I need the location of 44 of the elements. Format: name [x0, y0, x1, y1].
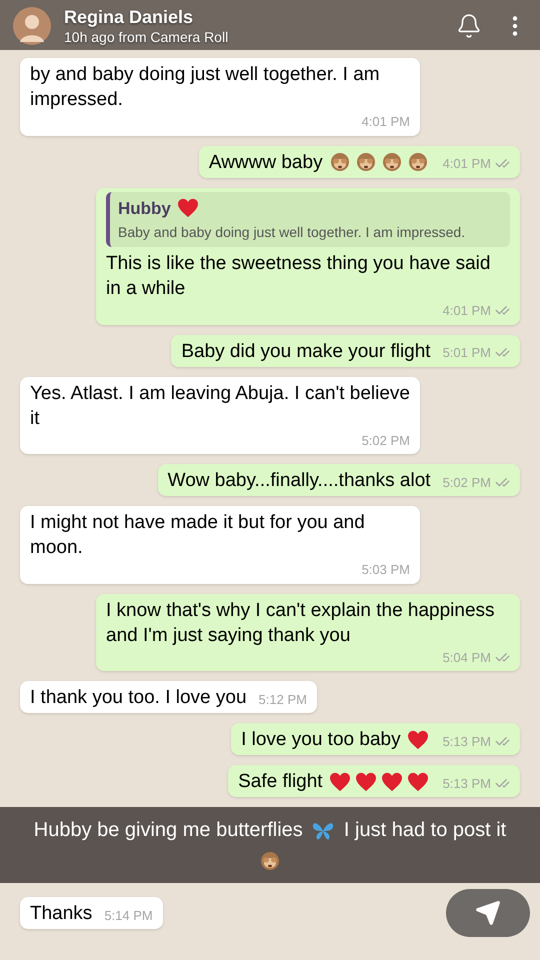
heart-icon [354, 772, 377, 792]
quoted-author: Hubby [118, 198, 171, 220]
message-text: Yes. Atlast. I am leaving Abuja. I can't believe it [30, 382, 410, 428]
message-time: 5:01 PM [442, 344, 491, 362]
monkey-emoji-icon [259, 850, 281, 872]
message-text: I might not have made it but for you and moon. [30, 512, 365, 558]
message-text: Thanks [30, 903, 92, 924]
message-time: 4:01 PM [442, 302, 491, 320]
story-author-name: Regina Daniels [64, 6, 194, 28]
message-time: 5:12 PM [258, 690, 307, 708]
heart-icon [176, 198, 199, 218]
message-time: 5:03 PM [362, 561, 410, 579]
heart-icon [328, 772, 351, 792]
story-caption: Hubby be giving me butterflies I just had to post it [34, 819, 506, 871]
message-time: 5:13 PM [442, 774, 491, 792]
monkey-emoji-icon [406, 151, 429, 174]
message-text: I thank you too. I love you [30, 687, 247, 708]
heart-icon [406, 730, 429, 750]
message-text: Safe flight [238, 771, 323, 792]
monkey-emoji-icon [354, 151, 377, 174]
monkey-emoji-icon [328, 151, 351, 174]
message-text: by and baby doing just well together. I am impressed. [30, 64, 380, 110]
message-text: Awwww baby [208, 152, 323, 172]
message-text: I love you too baby [241, 729, 401, 750]
send-button[interactable] [446, 889, 530, 937]
message-time: 5:04 PM [442, 648, 491, 666]
message-time: 4:01 PM [362, 113, 410, 131]
avatar-icon [12, 6, 52, 46]
message-text: I know that's why I can't explain the happiness and I'm just saying thank you [106, 600, 495, 646]
message-time: 5:02 PM [362, 432, 410, 450]
message-time: 5:13 PM [442, 732, 491, 750]
monkey-emoji-icon [380, 151, 403, 174]
message-text: Baby did you make your flight [181, 340, 431, 362]
message-text: This is like the sweetness thing you have said in a while [106, 253, 490, 299]
message-time: 4:01 PM [442, 155, 491, 173]
story-subtitle: 10h ago from Camera Roll [64, 28, 228, 46]
notification-bell-icon[interactable] [456, 13, 482, 39]
message-time: 5:02 PM [442, 474, 491, 492]
heart-icon [380, 772, 403, 792]
message-text: Wow baby...finally....thanks alot [168, 470, 431, 491]
send-arrow-icon [475, 900, 501, 926]
quoted-text: Baby and baby doing just well together. I am impressed. [118, 223, 466, 242]
message-time: 5:14 PM [104, 906, 153, 924]
heart-icon [406, 772, 429, 792]
